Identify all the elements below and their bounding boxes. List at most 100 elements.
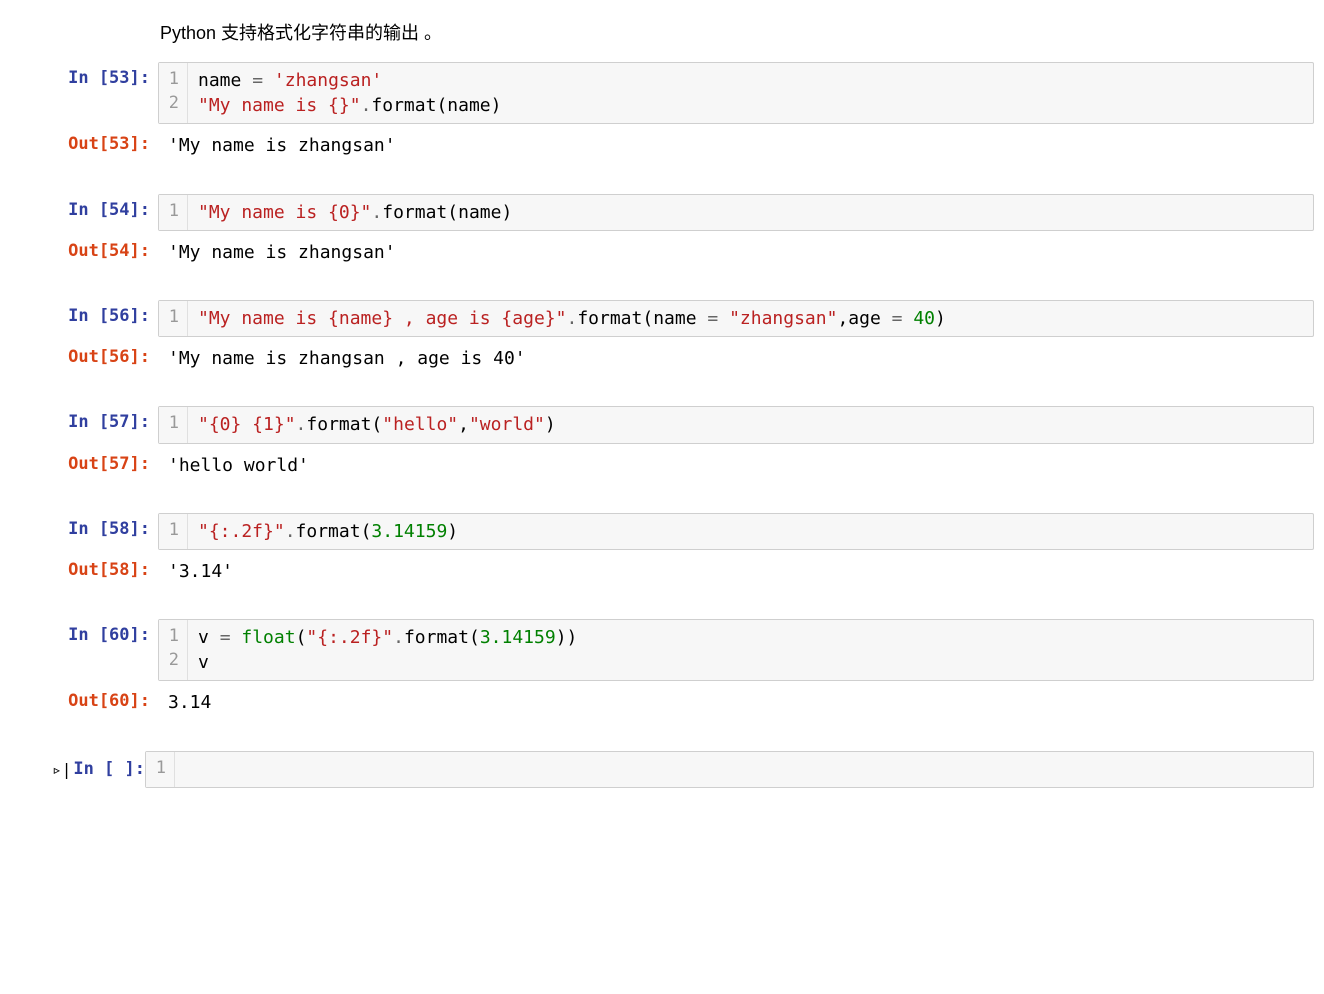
code-content[interactable]: name = 'zhangsan' "My name is {}".format… xyxy=(188,63,511,123)
code-token: format xyxy=(404,627,469,648)
code-token: "My name is {0}" xyxy=(198,202,371,223)
code-cell[interactable]: In [53]:12name = 'zhangsan' "My name is … xyxy=(0,62,1324,124)
code-token: format xyxy=(371,95,436,116)
code-token: . xyxy=(361,95,372,116)
code-token: "{:.2f}" xyxy=(198,521,285,542)
output-cell: Out[56]:'My name is zhangsan , age is 40… xyxy=(0,341,1324,376)
output-content: '3.14' xyxy=(158,554,1324,589)
code-token: name xyxy=(447,95,490,116)
code-token: . xyxy=(566,308,577,329)
line-number-gutter: 12 xyxy=(159,620,188,680)
line-number: 2 xyxy=(167,649,179,673)
code-token: ) xyxy=(501,202,512,223)
output-content: 'My name is zhangsan' xyxy=(158,128,1324,163)
code-token: "{:.2f}" xyxy=(306,627,393,648)
code-token: ) xyxy=(935,308,946,329)
code-token: "zhangsan" xyxy=(729,308,837,329)
code-input-area[interactable]: 12v = float("{:.2f}".format(3.14159)) v xyxy=(158,619,1314,681)
code-input-area[interactable]: 1"{0} {1}".format("hello","world") xyxy=(158,406,1314,443)
code-cell[interactable]: In [54]: 1 "My name is {0}".format(name) xyxy=(0,194,1324,231)
code-token: = xyxy=(707,308,718,329)
output-prompt: Out[60]: xyxy=(15,685,158,720)
output-prompt: Out[56]: xyxy=(15,341,158,376)
line-number-gutter: 12 xyxy=(159,63,188,123)
code-token: ( xyxy=(642,308,653,329)
code-token: ( xyxy=(361,521,372,542)
code-input-area[interactable]: 1"{:.2f}".format(3.14159) xyxy=(158,513,1314,550)
code-token: = xyxy=(252,70,263,91)
code-token: v xyxy=(198,652,209,673)
output-prompt: Out[58]: xyxy=(15,554,158,589)
output-prompt: Out[54]: xyxy=(15,235,158,270)
code-token: ) xyxy=(491,95,502,116)
code-token: . xyxy=(296,414,307,435)
code-token: name xyxy=(198,70,241,91)
code-input-area[interactable]: 1 "My name is {name} , age is {age}".form… xyxy=(158,300,1314,337)
code-token: "My name is {}" xyxy=(198,95,361,116)
input-prompt: In [60]: xyxy=(15,619,158,681)
code-input-area[interactable]: 1 xyxy=(145,751,1314,788)
code-content[interactable] xyxy=(175,752,206,787)
code-input-area[interactable]: 1 "My name is {0}".format(name) xyxy=(158,194,1314,231)
run-cell-icon[interactable]: ▹| xyxy=(52,760,71,779)
code-token: . xyxy=(285,521,296,542)
code-content[interactable]: "My name is {0}".format(name) xyxy=(188,195,522,230)
code-token: "hello" xyxy=(382,414,458,435)
output-cell: Out[60]:3.14 xyxy=(0,685,1324,720)
line-number-gutter: 1 xyxy=(159,407,188,442)
input-prompt: In [ ]: xyxy=(73,759,145,779)
input-prompt: In [58]: xyxy=(15,513,158,550)
code-token: ) xyxy=(447,521,458,542)
input-prompt: In [53]: xyxy=(15,62,158,124)
code-token xyxy=(718,308,729,329)
code-token: , xyxy=(837,308,848,329)
input-prompt: In [57]: xyxy=(15,406,158,443)
line-number: 1 xyxy=(167,200,179,224)
code-content[interactable]: "{0} {1}".format("hello","world") xyxy=(188,407,566,442)
output-cell: Out[57]:'hello world' xyxy=(0,448,1324,483)
code-token: = xyxy=(220,627,231,648)
output-cell: Out[54]:'My name is zhangsan' xyxy=(0,235,1324,270)
code-token xyxy=(209,627,220,648)
line-number-gutter: 1 xyxy=(159,514,188,549)
code-input-area[interactable]: 12name = 'zhangsan' "My name is {}".form… xyxy=(158,62,1314,124)
code-token: ) xyxy=(545,414,556,435)
code-token: ( xyxy=(296,627,307,648)
code-content[interactable]: "{:.2f}".format(3.14159) xyxy=(188,514,468,549)
code-token: "{0} {1}" xyxy=(198,414,296,435)
code-token: format xyxy=(382,202,447,223)
code-token: 3.14159 xyxy=(371,521,447,542)
output-prompt: Out[53]: xyxy=(15,128,158,163)
code-token xyxy=(263,70,274,91)
code-token: . xyxy=(371,202,382,223)
markdown-cell: Python 支持格式化字符串的输出 。 xyxy=(160,20,1324,62)
code-token: ( xyxy=(469,627,480,648)
line-number: 1 xyxy=(154,757,166,781)
output-cell: Out[58]:'3.14' xyxy=(0,554,1324,589)
code-cell[interactable]: In [56]: 1 "My name is {name} , age is {ag… xyxy=(0,300,1324,337)
line-number: 1 xyxy=(167,68,179,92)
code-token: age xyxy=(848,308,881,329)
code-token: name xyxy=(653,308,696,329)
code-cell[interactable]: In [57]:1"{0} {1}".format("hello","world… xyxy=(0,406,1324,443)
code-token: 3.14159 xyxy=(480,627,556,648)
line-number: 1 xyxy=(167,306,179,330)
code-token: . xyxy=(393,627,404,648)
code-token: 'zhangsan' xyxy=(274,70,382,91)
code-token: float xyxy=(241,627,295,648)
code-token: ) xyxy=(567,627,578,648)
code-token: ( xyxy=(371,414,382,435)
code-content[interactable]: "My name is {name} , age is {age}".forma… xyxy=(188,301,956,336)
code-token: "world" xyxy=(469,414,545,435)
code-cell[interactable]: In [60]:12v = float("{:.2f}".format(3.14… xyxy=(0,619,1324,681)
output-prompt: Out[57]: xyxy=(15,448,158,483)
code-content[interactable]: v = float("{:.2f}".format(3.14159)) v xyxy=(188,620,587,680)
code-token xyxy=(241,70,252,91)
line-number-gutter: 1 xyxy=(159,301,188,336)
input-prompt: In [56]: xyxy=(15,300,158,337)
code-token: = xyxy=(892,308,903,329)
output-content: 'My name is zhangsan' xyxy=(158,235,1324,270)
code-cell-active[interactable]: ▹|In [ ]: 1 xyxy=(0,751,1324,788)
input-prompt: In [54]: xyxy=(15,194,158,231)
code-cell[interactable]: In [58]:1"{:.2f}".format(3.14159) xyxy=(0,513,1324,550)
